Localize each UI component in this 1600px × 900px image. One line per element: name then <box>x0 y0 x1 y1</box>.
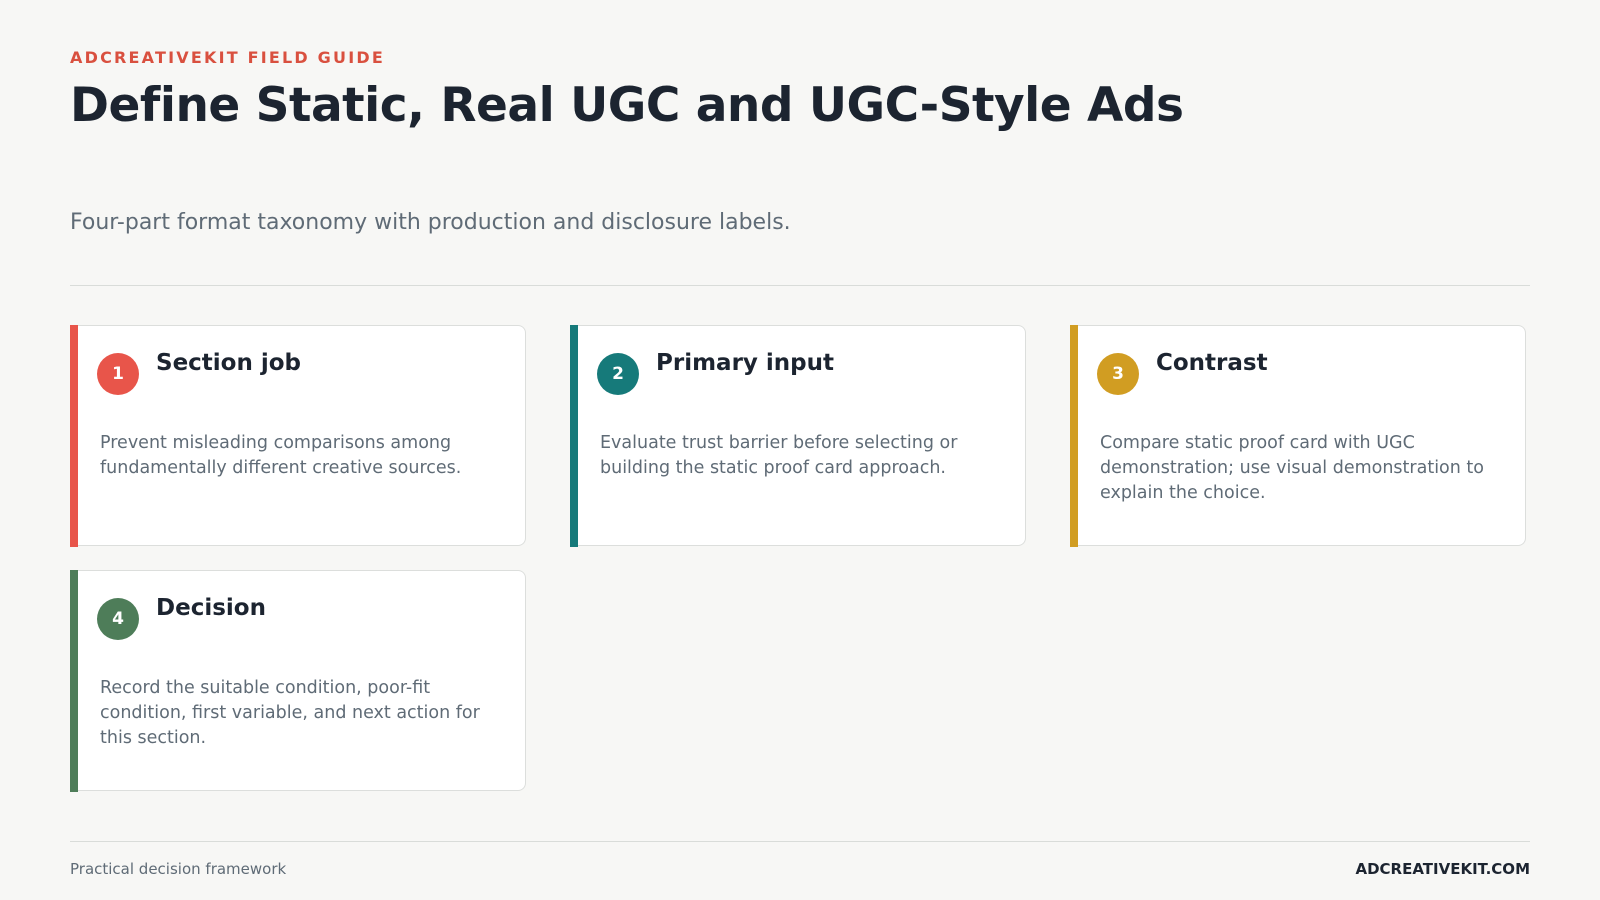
card-primary-input: 2 Primary input Evaluate trust barrier b… <box>570 324 1026 547</box>
eyebrow-label: ADCREATIVEKIT FIELD GUIDE <box>70 48 385 67</box>
step-number-badge: 3 <box>1097 353 1139 395</box>
bottom-divider <box>70 841 1530 842</box>
card-accent-bar <box>70 324 78 547</box>
card-contrast: 3 Contrast Compare static proof card wit… <box>1070 324 1526 547</box>
card-section-job: 1 Section job Prevent misleading compari… <box>70 324 526 547</box>
card-accent-bar <box>1070 324 1078 547</box>
card-accent-bar <box>70 569 78 792</box>
card-body: Evaluate trust barrier before selecting … <box>600 433 958 478</box>
card-title: Primary input <box>656 350 835 376</box>
card-accent-bar <box>570 324 578 547</box>
step-number-badge: 2 <box>597 353 639 395</box>
page-subtitle: Four-part format taxonomy with productio… <box>70 210 791 235</box>
footer-site-link[interactable]: ADCREATIVEKIT.COM <box>1355 860 1530 878</box>
top-divider <box>70 285 1530 286</box>
page-title: Define Static, Real UGC and UGC-Style Ad… <box>70 78 1184 133</box>
slide: ADCREATIVEKIT FIELD GUIDE Define Static,… <box>0 0 1600 900</box>
card-body: Prevent misleading comparisons among fun… <box>100 433 462 478</box>
card-body: Compare static proof card with UGC demon… <box>1100 433 1484 503</box>
card-decision: 4 Decision Record the suitable condition… <box>70 569 526 792</box>
card-title: Section job <box>156 350 302 376</box>
step-number-badge: 4 <box>97 598 139 640</box>
card-title: Decision <box>156 595 266 621</box>
footer-tagline: Practical decision framework <box>70 860 287 878</box>
card-title: Contrast <box>1156 350 1268 376</box>
step-number-badge: 1 <box>97 353 139 395</box>
card-body: Record the suitable condition, poor-fit … <box>100 678 480 748</box>
